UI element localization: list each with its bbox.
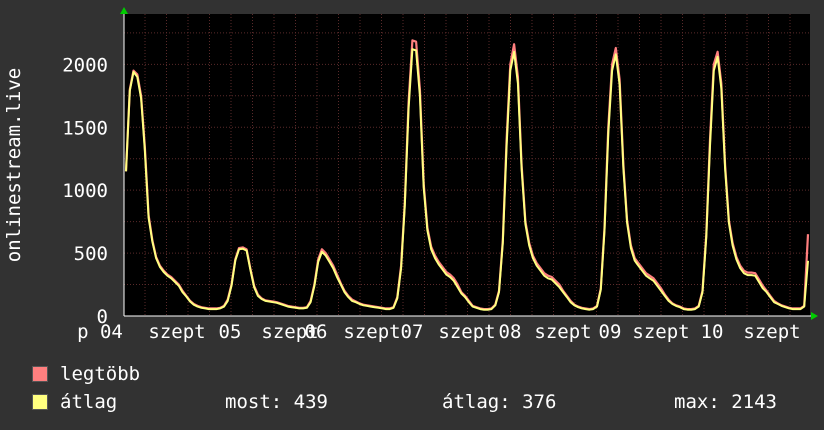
legend-swatch-max (32, 366, 48, 382)
x-tick-label: 08 (499, 321, 522, 343)
stat-current: most: 439 (225, 391, 328, 413)
x-tick-label: szept (534, 321, 591, 343)
y-tick-label: 2000 (62, 54, 108, 76)
x-tick-label: szept (438, 321, 495, 343)
legend-item-avg: átlag (32, 391, 117, 413)
x-tick-labels: p 04 szept 05 szept06 szept 07 szept 08 szept 09 s… (77, 321, 800, 343)
x-tick-label: szept (148, 321, 205, 343)
x-tick-label: szept (343, 321, 400, 343)
x-tick-label: 05 (219, 321, 242, 343)
legend-label-max: legtöbb (60, 363, 141, 385)
legend-swatch-avg (32, 394, 48, 410)
y-tick-labels: 0500100015002000 (62, 54, 108, 328)
x-tick-label: 06 (305, 321, 328, 343)
legend-label-avg: átlag (60, 391, 118, 413)
stat-average: átlag: 376 (442, 391, 557, 413)
y-tick-label: 500 (74, 243, 108, 265)
legend-item-max: legtöbb (32, 363, 140, 385)
y-axis-label: onlinestream.live (3, 68, 25, 262)
x-tick-label: 10 (701, 321, 724, 343)
y-axis-arrow (120, 7, 128, 14)
x-tick-label: szept (743, 321, 800, 343)
y-tick-label: 1500 (62, 117, 108, 139)
x-tick-label: szept (632, 321, 689, 343)
y-tick-label: 1000 (62, 180, 108, 202)
x-tick-label: p 04 (77, 321, 123, 343)
x-tick-label: 07 (401, 321, 424, 343)
x-tick-label: 09 (599, 321, 622, 343)
stat-maximum: max: 2143 (674, 391, 777, 413)
x-axis-arrow (811, 312, 818, 320)
